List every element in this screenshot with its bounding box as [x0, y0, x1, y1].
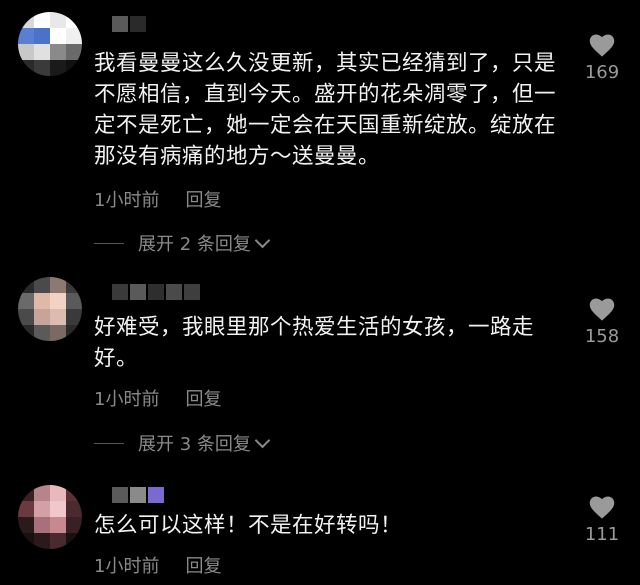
heart-icon: [589, 298, 615, 321]
chevron-down-icon: [254, 432, 271, 448]
username-mosaic-tile: [184, 284, 200, 300]
avatar-mosaic-tile: [66, 325, 82, 341]
avatar-mosaic-tile: [18, 44, 34, 60]
avatar-mosaic-tile: [18, 293, 34, 309]
comment-meta: 1小时前 回复: [94, 552, 221, 578]
username-mosaic-tile: [166, 284, 182, 300]
like-count: 169: [584, 62, 620, 83]
username-mosaic-tile: [148, 487, 164, 503]
comment-text: 好难受，我眼里那个热爱生活的女孩，一路走好。: [94, 315, 535, 371]
avatar-mosaic-tile: [66, 44, 82, 60]
avatar-mosaic-tile: [34, 325, 50, 341]
avatar-mosaic-tile: [34, 28, 50, 44]
avatar-mosaic-tile: [18, 325, 34, 341]
avatar-mosaic-tile: [66, 533, 82, 549]
username-mosaic-tile: [130, 16, 146, 32]
avatar-mosaic-tile: [18, 517, 34, 533]
like-count: 111: [584, 524, 620, 545]
avatar-mosaic-tile: [18, 485, 34, 501]
avatar-mosaic-tile: [34, 277, 50, 293]
avatar-mosaic-tile: [66, 293, 82, 309]
avatar-mosaic-tile: [34, 60, 50, 76]
expand-replies-label: 展开 2 条回复: [138, 234, 251, 255]
username-mosaic-tile: [148, 284, 164, 300]
avatar-mosaic-tile: [66, 309, 82, 325]
avatar-mosaic-tile: [66, 28, 82, 44]
comment-time: 1小时前: [94, 190, 160, 211]
avatar-mosaic-tile: [18, 309, 34, 325]
avatar-mosaic-tile: [50, 309, 66, 325]
like-button[interactable]: 111: [582, 494, 622, 545]
avatar[interactable]: [18, 12, 82, 76]
comment-time: 1小时前: [94, 556, 160, 577]
avatar-mosaic-tile: [66, 485, 82, 501]
comment-meta: 1小时前 回复: [94, 186, 221, 212]
expand-replies-label: 展开 3 条回复: [138, 434, 251, 455]
avatar-mosaic-tile: [50, 485, 66, 501]
avatar-mosaic-tile: [34, 517, 50, 533]
chevron-down-icon: [254, 232, 271, 248]
reply-button[interactable]: 回复: [185, 389, 221, 410]
avatar[interactable]: [18, 485, 82, 549]
avatar-mosaic-tile: [50, 533, 66, 549]
avatar-mosaic-tile: [50, 501, 66, 517]
avatar-mosaic-tile: [50, 28, 66, 44]
like-count: 158: [584, 326, 620, 347]
comment-time: 1小时前: [94, 389, 160, 410]
username-mosaic-tile: [130, 284, 146, 300]
like-button[interactable]: 169: [582, 32, 622, 83]
like-button[interactable]: 158: [582, 296, 622, 347]
avatar-mosaic-tile: [34, 309, 50, 325]
username-mosaic-tile: [112, 487, 128, 503]
avatar-mosaic-tile: [34, 12, 50, 28]
expand-replies-button[interactable]: 展开 3 条回复: [94, 430, 271, 456]
avatar-mosaic-tile: [66, 60, 82, 76]
comment-text: 怎么可以这样！不是在好转吗！: [94, 513, 403, 538]
avatar-mosaic-tile: [34, 485, 50, 501]
avatar-mosaic-tile: [66, 501, 82, 517]
avatar[interactable]: [18, 277, 82, 341]
avatar-mosaic-tile: [18, 60, 34, 76]
reply-button[interactable]: 回复: [185, 190, 221, 211]
avatar-mosaic-tile: [18, 28, 34, 44]
avatar-mosaic-tile: [50, 60, 66, 76]
avatar-mosaic-tile: [34, 501, 50, 517]
expand-replies-button[interactable]: 展开 2 条回复: [94, 230, 271, 256]
avatar-mosaic-tile: [50, 44, 66, 60]
reply-button[interactable]: 回复: [185, 556, 221, 577]
username-mosaic-tile: [112, 16, 128, 32]
avatar-mosaic-tile: [50, 293, 66, 309]
avatar-mosaic-tile: [18, 501, 34, 517]
avatar-mosaic-tile: [50, 277, 66, 293]
avatar-mosaic-tile: [34, 293, 50, 309]
avatar-mosaic-tile: [18, 12, 34, 28]
divider: [94, 242, 124, 244]
comment-meta: 1小时前 回复: [94, 385, 221, 411]
comment-text: 我看曼曼这么久没更新，其实已经猜到了，只是不愿相信，直到今天。盛开的花朵凋零了，…: [94, 51, 557, 169]
divider: [94, 442, 124, 444]
avatar-mosaic-tile: [50, 517, 66, 533]
avatar-mosaic-tile: [34, 533, 50, 549]
avatar-mosaic-tile: [50, 325, 66, 341]
avatar-mosaic-tile: [66, 517, 82, 533]
heart-icon: [589, 496, 615, 519]
username-mosaic-tile: [130, 487, 146, 503]
avatar-mosaic-tile: [18, 277, 34, 293]
avatar-mosaic-tile: [50, 12, 66, 28]
avatar-mosaic-tile: [18, 533, 34, 549]
username-mosaic-tile: [112, 284, 128, 300]
avatar-mosaic-tile: [34, 44, 50, 60]
avatar-mosaic-tile: [66, 12, 82, 28]
avatar-mosaic-tile: [66, 277, 82, 293]
heart-icon: [589, 34, 615, 57]
